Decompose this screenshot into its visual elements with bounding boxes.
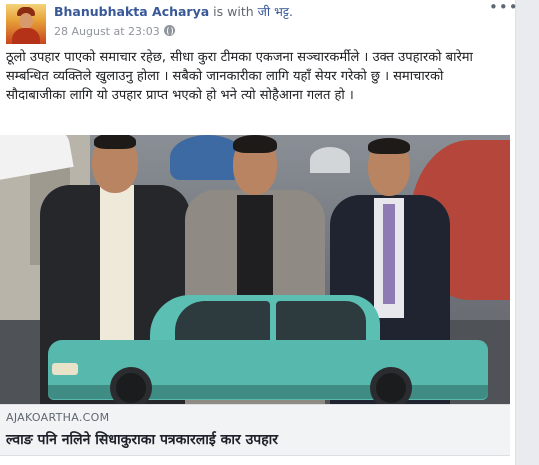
author-avatar[interactable] [6, 4, 46, 44]
person-shirt [100, 185, 134, 355]
link-title[interactable]: ल्वाङ पनि नलिने सिधाकुराका पत्रकारलाई का… [6, 430, 278, 449]
timestamp-line: 28 August at 23:03 [54, 24, 489, 40]
post-timestamp[interactable]: 28 August at 23:03 [54, 25, 160, 38]
person-hair [94, 135, 136, 149]
avatar-body [12, 28, 40, 44]
photo-car-wheel-rear [370, 367, 412, 404]
more-options-icon[interactable]: ••• [489, 0, 518, 16]
with-text: is with [213, 4, 254, 19]
photo-car-window-front [175, 301, 270, 341]
person-hair [233, 135, 277, 153]
post-header: Bhanubhakta Acharya is with जी भट्ट. 28 … [6, 0, 518, 44]
tagged-person-link[interactable]: जी भट्ट. [258, 4, 293, 19]
author-line: Bhanubhakta Acharya is with जी भट्ट. [54, 4, 489, 20]
author-name-link[interactable]: Bhanubhakta Acharya [54, 4, 209, 19]
photo-car-wheel-front [110, 367, 152, 404]
post-card: Bhanubhakta Acharya is with जी भट्ट. 28 … [0, 0, 518, 465]
globe-icon[interactable] [163, 25, 175, 36]
photo-car-window-rear [276, 301, 366, 341]
post-photo[interactable] [0, 135, 510, 404]
link-domain: AJAKOARTHA.COM [6, 411, 110, 424]
person-tie [383, 204, 395, 304]
person-hair [368, 138, 410, 154]
post-text: ठूलो उपहार पाएको समाचार रहेछ, सीधा कुरा … [6, 50, 473, 103]
link-preview[interactable]: AJAKOARTHA.COM ल्वाङ पनि नलिने सिधाकुराक… [0, 404, 510, 456]
post-meta: Bhanubhakta Acharya is with जी भट्ट. 28 … [54, 4, 489, 40]
avatar-face [19, 13, 33, 29]
photo-car-headlight [52, 363, 78, 375]
